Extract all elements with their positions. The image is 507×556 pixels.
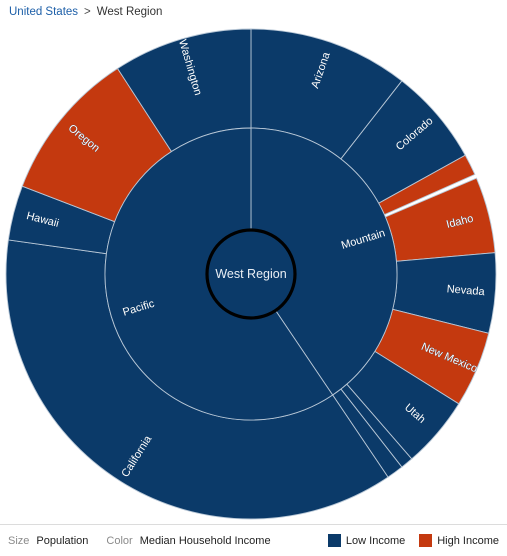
- color-encoding-key: Color: [106, 534, 133, 547]
- size-encoding-value: Population: [36, 534, 89, 547]
- breadcrumb-separator-icon: >: [84, 6, 91, 18]
- size-encoding-key: Size: [8, 534, 30, 547]
- legend-label-high-income: High Income: [437, 534, 499, 547]
- legend-swatch-low-income: [327, 534, 341, 547]
- center-label: West Region: [215, 267, 286, 281]
- chart-footer-legend: Size Population Color Median Household I…: [0, 524, 507, 556]
- breadcrumb: United States > West Region: [0, 0, 507, 24]
- sunburst-center-node[interactable]: West Region: [205, 228, 297, 320]
- color-legend: Low Income High Income: [314, 534, 499, 547]
- legend-label-low-income: Low Income: [345, 534, 406, 547]
- breadcrumb-current[interactable]: West Region: [97, 6, 163, 18]
- color-encoding-value: Median Household Income: [139, 534, 271, 547]
- breadcrumb-link-root[interactable]: United States: [9, 6, 78, 18]
- legend-item-low-income[interactable]: Low Income: [327, 534, 406, 547]
- sunburst-chart[interactable]: West Region Arizona Colorado Idaho Nevada Ne…: [0, 24, 507, 524]
- legend-item-high-income[interactable]: High Income: [419, 534, 499, 547]
- sunburst-svg: West Region ArizonaColoradoIdahoNevadaNe…: [5, 28, 497, 520]
- legend-swatch-high-income: [419, 534, 433, 547]
